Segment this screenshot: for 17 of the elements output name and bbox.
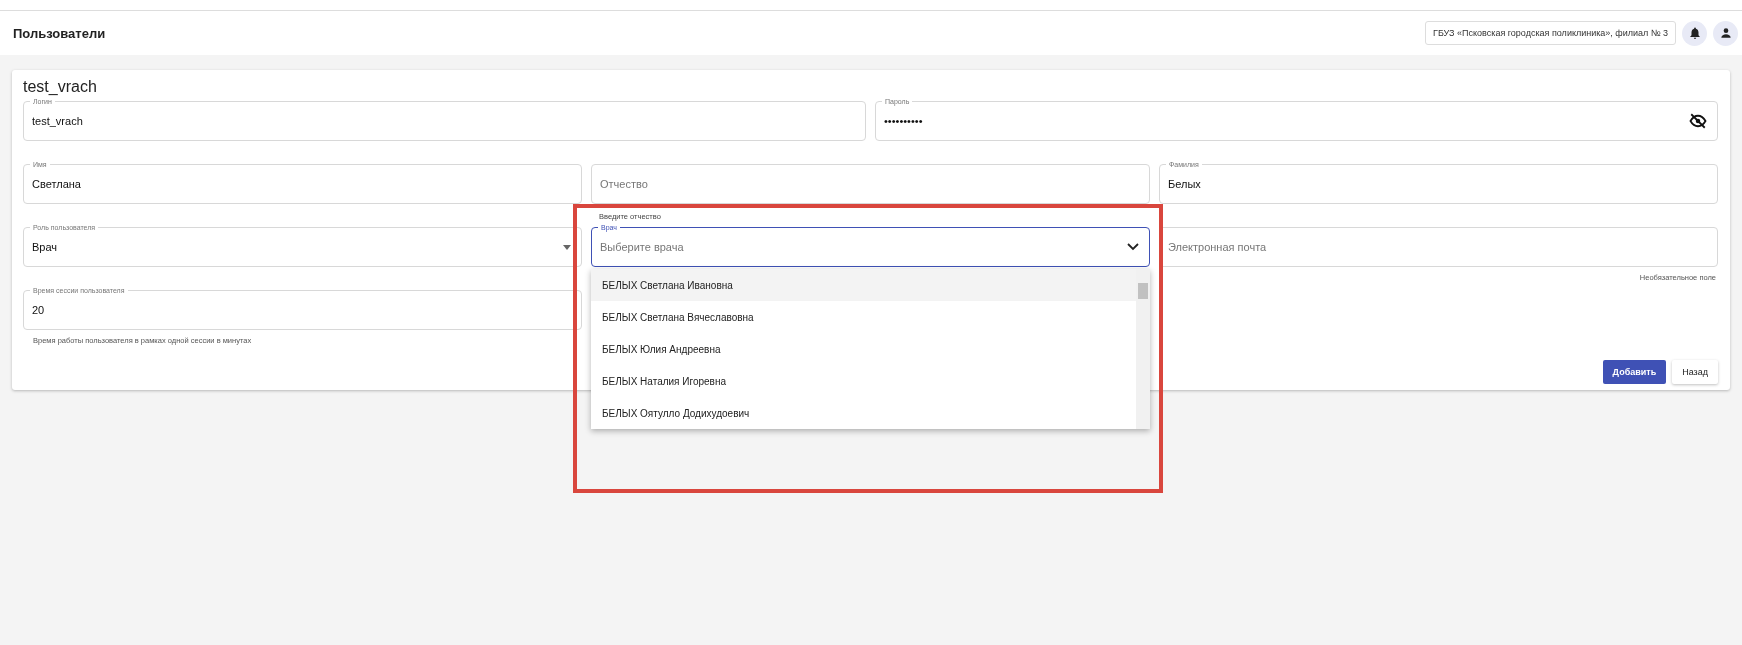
dropdown-option[interactable]: БЕЛЫХ Светлана Вячеславовна <box>591 301 1136 333</box>
add-button[interactable]: Добавить <box>1602 360 1667 384</box>
eye-slash-icon[interactable] <box>1689 113 1707 129</box>
notifications-bell-icon[interactable] <box>1682 20 1707 46</box>
dropdown-option[interactable]: БЕЛЫХ Юлия Андреевна <box>591 333 1136 365</box>
form-title: test_vrach <box>23 78 98 96</box>
chevron-down-icon <box>1127 243 1139 251</box>
caret-icon <box>563 244 571 250</box>
back-button[interactable]: Назад <box>1672 360 1718 384</box>
dropdown-option[interactable]: БЕЛЫХ Оятулло Додихудоевич <box>591 397 1136 429</box>
input-field[interactable]: Отчество <box>591 164 1150 204</box>
scrollbar[interactable] <box>1136 269 1150 429</box>
dropdown-option[interactable]: БЕЛЫХ Светлана Ивановна <box>591 269 1136 301</box>
dropdown-option[interactable]: БЕЛЫХ Наталия Игоревна <box>591 365 1136 397</box>
user-account-icon[interactable] <box>1713 20 1738 46</box>
organization-selector[interactable]: ГБУЗ «Псковская городская поликлиника», филиал № 3 <box>1425 21 1676 45</box>
page-title: Пользователи <box>13 25 106 41</box>
